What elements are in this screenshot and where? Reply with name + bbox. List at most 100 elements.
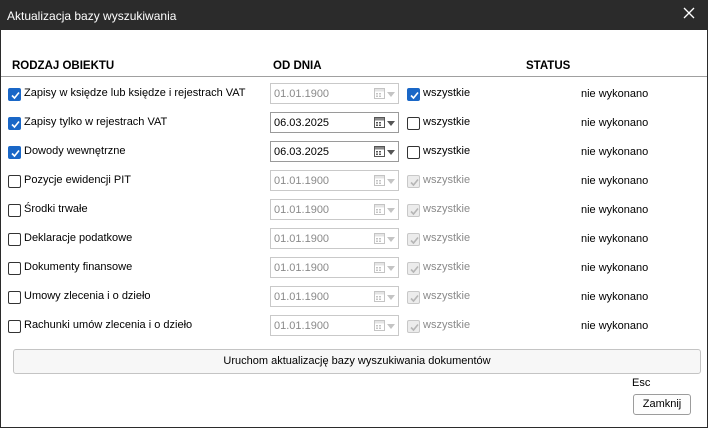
date-value: 01.01.1900 <box>274 291 330 303</box>
all-label[interactable]: wszystkie <box>423 116 470 128</box>
object-checkbox[interactable] <box>8 262 21 275</box>
all-label: wszystkie <box>423 290 471 302</box>
object-checkbox[interactable] <box>8 233 21 246</box>
header-from-date: OD DNIA <box>273 60 322 72</box>
chevron-down-icon <box>387 92 395 97</box>
chevron-down-icon <box>387 266 395 271</box>
all-label: wszystkie <box>423 261 471 273</box>
object-row: Pozycje ewidencji PIT 01.01.1900 wszystkie… <box>1 167 707 196</box>
window-close-button[interactable] <box>676 2 702 24</box>
date-value: 06.03.2025 <box>274 146 330 158</box>
calendar-icon <box>374 88 385 99</box>
window-title: Aktualizacja bazy wyszukiwania <box>7 9 177 23</box>
all-checkbox[interactable] <box>407 117 420 130</box>
dialog-body: RODZAJ OBIEKTU OD DNIA STATUS Zapisy w k… <box>1 30 707 427</box>
object-label[interactable]: Rachunki umów zlecenia i o dzieło <box>24 319 192 331</box>
from-date-picker[interactable]: 06.03.2025 <box>270 112 399 133</box>
table-header: RODZAJ OBIEKTU OD DNIA STATUS <box>1 56 707 77</box>
from-date-picker: 01.01.1900 <box>270 315 399 336</box>
status-text: nie wykonano <box>581 262 649 274</box>
object-checkbox[interactable] <box>8 291 21 304</box>
object-row: Zapisy w księdze lub księdze i rejestrac… <box>1 80 707 109</box>
all-checkbox[interactable] <box>407 146 420 159</box>
status-text: nie wykonano <box>581 291 649 303</box>
all-label: wszystkie <box>423 203 471 215</box>
object-row: Umowy zlecenia i o dzieło 01.01.1900 wszys… <box>1 283 707 312</box>
all-checkbox <box>407 175 420 188</box>
calendar-icon <box>374 204 385 215</box>
all-checkbox <box>407 320 420 333</box>
all-checkbox <box>407 291 420 304</box>
title-bar: Aktualizacja bazy wyszukiwania <box>0 0 708 30</box>
chevron-down-icon <box>387 324 395 329</box>
object-row: Dokumenty finansowe 01.01.1900 wszystkie ni… <box>1 254 707 283</box>
esc-hint: Esc <box>632 377 651 389</box>
from-date-picker: 01.01.1900 <box>270 286 399 307</box>
object-label[interactable]: Dowody wewnętrzne <box>24 145 126 157</box>
chevron-down-icon <box>387 208 395 213</box>
calendar-icon <box>374 233 385 244</box>
object-checkbox[interactable] <box>8 88 21 101</box>
from-date-picker: 01.01.1900 <box>270 83 399 104</box>
object-label[interactable]: Pozycje ewidencji PIT <box>24 174 131 186</box>
date-value: 01.01.1900 <box>274 204 330 216</box>
status-text: nie wykonano <box>581 175 649 187</box>
date-value: 06.03.2025 <box>274 117 330 129</box>
object-checkbox[interactable] <box>8 146 21 159</box>
status-text: nie wykonano <box>581 233 649 245</box>
all-checkbox <box>407 233 420 246</box>
chevron-down-icon <box>387 237 395 242</box>
date-value: 01.01.1900 <box>274 233 330 245</box>
all-checkbox <box>407 204 420 217</box>
run-update-button[interactable]: Uruchom aktualizację bazy wyszukiwania d… <box>13 349 701 374</box>
all-label[interactable]: wszystkie <box>423 87 470 99</box>
calendar-icon <box>374 117 385 128</box>
date-value: 01.01.1900 <box>274 320 330 332</box>
status-text: nie wykonano <box>581 204 649 216</box>
status-text: nie wykonano <box>581 320 649 332</box>
object-label[interactable]: Zapisy tylko w rejestrach VAT <box>24 116 167 128</box>
all-checkbox[interactable] <box>407 88 420 101</box>
close-icon <box>683 7 695 19</box>
object-label[interactable]: Zapisy w księdze lub księdze i rejestrac… <box>24 87 246 99</box>
all-label: wszystkie <box>423 174 471 186</box>
chevron-down-icon <box>387 121 395 126</box>
object-label[interactable]: Umowy zlecenia i o dzieło <box>24 290 151 302</box>
from-date-picker: 01.01.1900 <box>270 257 399 278</box>
all-label: wszystkie <box>423 319 471 331</box>
object-row: Zapisy tylko w rejestrach VAT 06.03.2025 w… <box>1 109 707 138</box>
object-label[interactable]: Dokumenty finansowe <box>24 261 132 273</box>
calendar-icon <box>374 175 385 186</box>
object-row: Dowody wewnętrzne 06.03.2025 wszystkie nie … <box>1 138 707 167</box>
header-object-type: RODZAJ OBIEKTU <box>12 60 115 72</box>
status-text: nie wykonano <box>581 117 649 129</box>
header-status: STATUS <box>526 60 571 72</box>
object-checkbox[interactable] <box>8 117 21 130</box>
object-row: Rachunki umów zlecenia i o dzieło 01.01.1… <box>1 312 707 341</box>
object-checkbox[interactable] <box>8 320 21 333</box>
all-label[interactable]: wszystkie <box>423 145 470 157</box>
object-label[interactable]: Środki trwałe <box>24 203 88 215</box>
object-checkbox[interactable] <box>8 204 21 217</box>
calendar-icon <box>374 320 385 331</box>
from-date-picker: 01.01.1900 <box>270 228 399 249</box>
from-date-picker[interactable]: 06.03.2025 <box>270 141 399 162</box>
close-button[interactable]: Zamknij <box>633 394 691 415</box>
chevron-down-icon <box>387 150 395 155</box>
calendar-icon <box>374 146 385 157</box>
object-row: Deklaracje podatkowe 01.01.1900 wszystkie n… <box>1 225 707 254</box>
chevron-down-icon <box>387 295 395 300</box>
status-text: nie wykonano <box>581 146 649 158</box>
object-row: Środki trwałe 01.01.1900 wszystkie nie wyko… <box>1 196 707 225</box>
object-label[interactable]: Deklaracje podatkowe <box>24 232 132 244</box>
from-date-picker: 01.01.1900 <box>270 199 399 220</box>
calendar-icon <box>374 291 385 302</box>
date-value: 01.01.1900 <box>274 175 330 187</box>
all-checkbox <box>407 262 420 275</box>
object-checkbox[interactable] <box>8 175 21 188</box>
all-label: wszystkie <box>423 232 471 244</box>
date-value: 01.01.1900 <box>274 88 330 100</box>
date-value: 01.01.1900 <box>274 262 330 274</box>
calendar-icon <box>374 262 385 273</box>
chevron-down-icon <box>387 179 395 184</box>
